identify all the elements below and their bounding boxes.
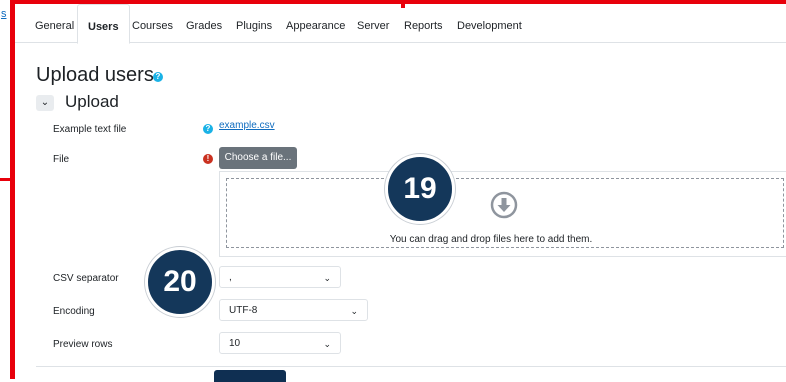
example-csv-link[interactable]: example.csv [219,120,275,131]
section-title[interactable]: Upload [65,92,119,112]
choose-file-button[interactable]: Choose a file... [219,147,297,169]
preview-rows-value: 10 [229,338,241,349]
download-arrow-icon [490,191,518,219]
preview-rows-label: Preview rows [53,339,113,350]
encoding-select[interactable]: UTF-8 ⌄ [219,299,368,321]
annotation-side-line [0,178,11,181]
tab-general[interactable]: General [25,4,84,42]
chevron-down-icon: ⌄ [323,273,331,283]
tab-reports[interactable]: Reports [394,4,453,42]
chevron-down-icon: ⌄ [350,306,358,316]
admin-tabs: General Users Courses Grades Plugins App… [15,4,786,44]
csv-separator-select[interactable]: , ⌄ [219,266,341,288]
required-icon: ! [203,154,213,164]
form-divider [36,366,786,367]
tab-plugins[interactable]: Plugins [226,4,282,42]
csv-separator-value: , [229,272,232,283]
tab-courses[interactable]: Courses [122,4,183,42]
drop-zone-text: You can drag and drop files here to add … [0,234,786,245]
tab-appearance[interactable]: Appearance [276,4,355,42]
help-icon[interactable]: ? [203,124,213,134]
tab-development[interactable]: Development [447,4,532,42]
tab-server[interactable]: Server [347,4,399,42]
example-file-label: Example text file [53,124,127,135]
annotation-frame-left [10,0,15,379]
encoding-value: UTF-8 [229,305,258,316]
help-icon[interactable]: ? [153,72,163,82]
left-edge-link[interactable]: s [1,8,7,20]
encoding-label: Encoding [53,306,95,317]
chevron-down-icon: ⌄ [323,339,331,349]
page-title: Upload users [36,64,154,86]
callout-badge-20: 20 [145,247,215,317]
csv-separator-label: CSV separator [53,273,119,284]
upload-users-button[interactable] [214,370,286,382]
callout-badge-19: 19 [385,154,455,224]
drop-zone-message: You can drag and drop files here to add … [389,234,593,245]
tab-grades[interactable]: Grades [176,4,232,42]
chevron-down-icon[interactable]: ⌄ [36,95,54,111]
file-label: File [53,154,70,165]
preview-rows-select[interactable]: 10 ⌄ [219,332,341,354]
